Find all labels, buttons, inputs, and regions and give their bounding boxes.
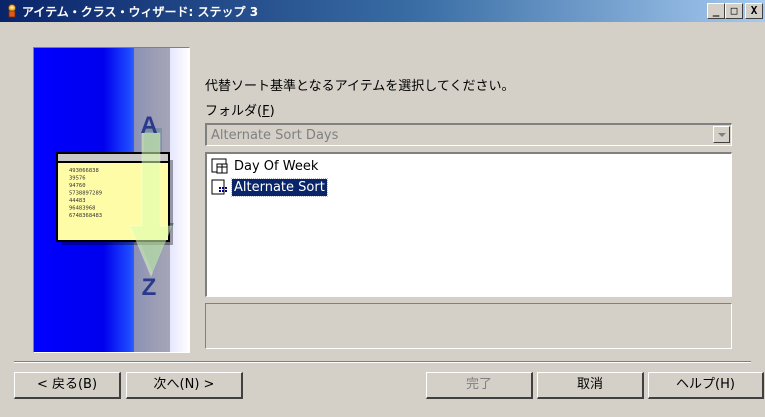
folder-label: フォルダ(F) (205, 104, 275, 119)
list-item-label: Alternate Sort (231, 177, 328, 197)
back-button[interactable]: < 戻る(B) (14, 372, 121, 399)
close-button[interactable]: X (745, 3, 763, 19)
next-button[interactable]: 次へ(N) > (126, 372, 243, 399)
minimize-button[interactable]: _ (707, 3, 725, 19)
wizard-app-icon (8, 4, 16, 18)
list-item-alternate-sort[interactable]: Alternate Sort (211, 177, 328, 197)
title-bar: アイテム・クラス・ウィザード: ステップ 3 _ □ X (0, 0, 765, 22)
letter-z: Z (142, 274, 157, 301)
list-item-label: Day Of Week (234, 158, 319, 174)
list-item-day-of-week[interactable]: Day Of Week (211, 157, 320, 175)
card-number: 94760 (69, 183, 86, 189)
item-list[interactable]: Day Of Week Alternate Sort (205, 152, 732, 297)
cancel-button[interactable]: 取消 (537, 372, 644, 399)
instruction-text: 代替ソート基準となるアイテムを選択してください。 (205, 79, 515, 94)
maximize-button[interactable]: □ (725, 3, 743, 19)
finish-button[interactable]: 完了 (426, 372, 533, 399)
sort-illustration-graphic: A Z 493066838 3957694760 573889728944483 96… (56, 48, 174, 352)
wizard-illustration: A Z 493066838 39576 94760 5738897289 44483 96… (33, 47, 190, 353)
card-number: 39576 (69, 176, 86, 182)
letter-a: A (140, 112, 157, 139)
help-button[interactable]: ヘルプ(H) (648, 372, 764, 399)
card-number: 5738897289 (69, 191, 102, 197)
description-panel (205, 303, 732, 349)
card-number: 96483968 (69, 206, 96, 212)
folder-dropdown[interactable]: Alternate Sort Days (205, 123, 732, 146)
window-title: アイテム・クラス・ウィザード: ステップ 3 (22, 5, 259, 19)
card-number: 44483 (69, 198, 86, 204)
card-number: 493066838 (69, 168, 99, 174)
dropdown-arrow-icon[interactable] (713, 126, 730, 143)
button-separator (14, 361, 751, 363)
window-controls: _ □ X (707, 3, 763, 19)
card-number: 6748368483 (69, 213, 102, 219)
folder-icon (211, 158, 228, 174)
folder-dropdown-value: Alternate Sort Days (211, 128, 339, 143)
item-icon (211, 179, 227, 195)
